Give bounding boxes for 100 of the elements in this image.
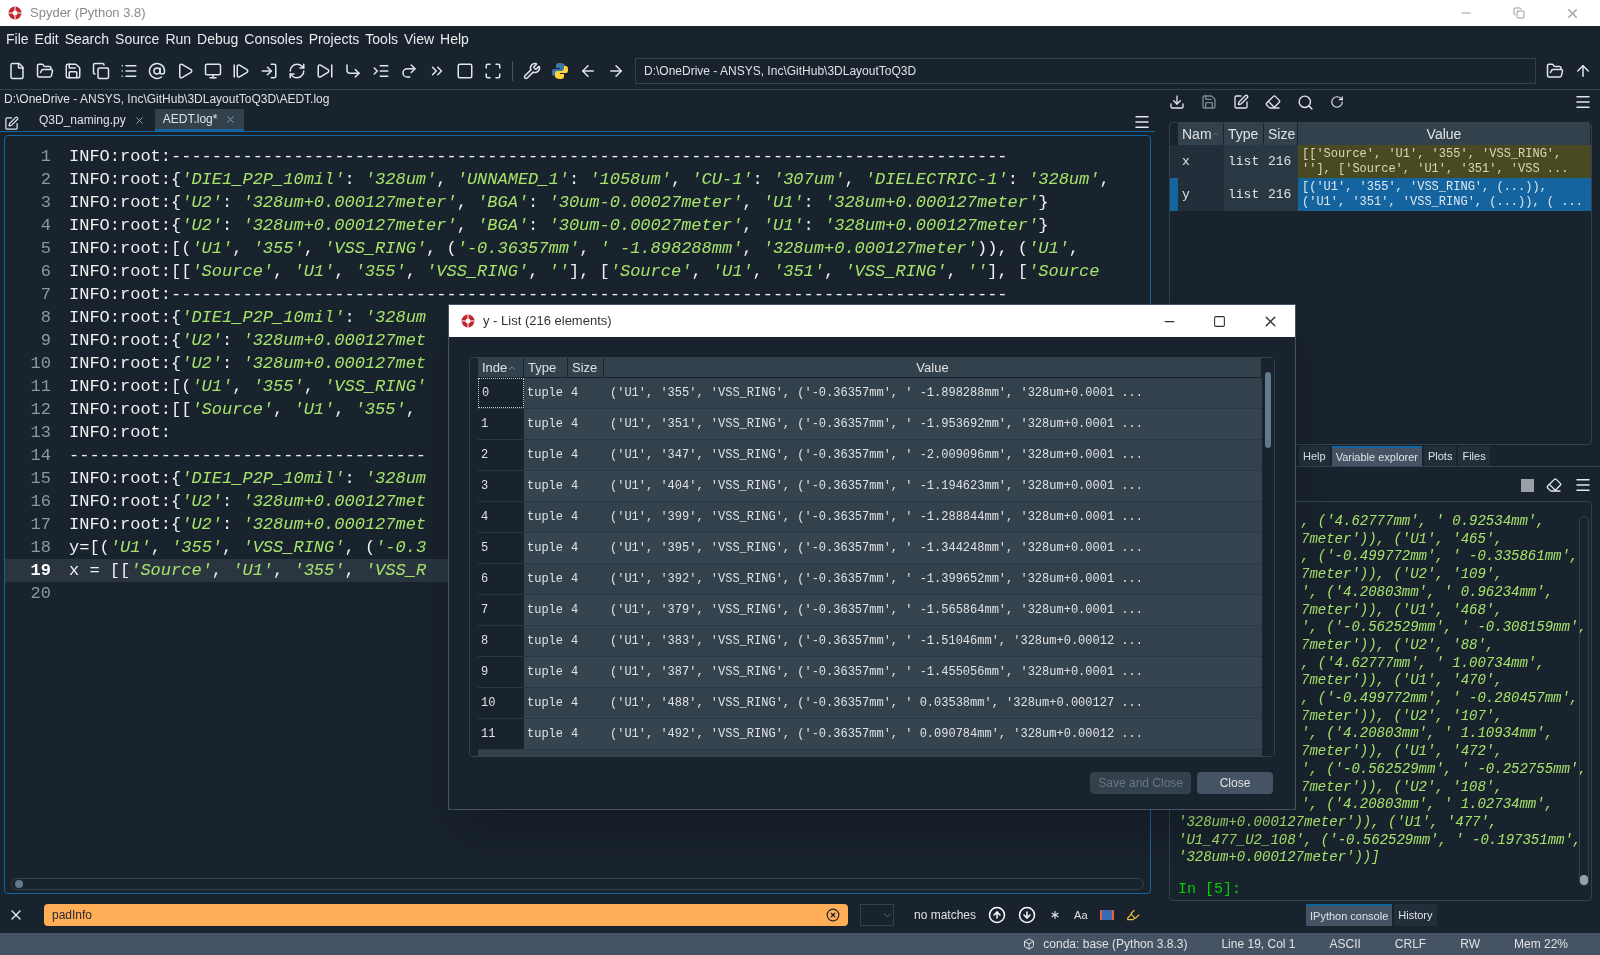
table-cell[interactable]: x: [1178, 145, 1224, 178]
browse-folder-icon[interactable]: [1546, 61, 1564, 80]
table-cell[interactable]: ('U1', '347', 'VSS_RING', ('-0.36357mm', ' -2.009096mm', '328um+0.0001 ...: [604, 440, 1262, 470]
redo-icon[interactable]: [400, 61, 418, 80]
table-cell[interactable]: 3: [478, 471, 524, 501]
table-cell[interactable]: 216: [1264, 178, 1298, 211]
table-cell[interactable]: 0: [478, 378, 524, 408]
pane-tab[interactable]: History: [1394, 904, 1437, 926]
highlighter-icon[interactable]: [1125, 908, 1140, 922]
clear-search-icon[interactable]: [826, 908, 840, 922]
table-cell[interactable]: tuple: [524, 626, 568, 656]
table-cell[interactable]: 4: [568, 719, 604, 749]
maximize-icon[interactable]: [1213, 314, 1226, 328]
table-cell[interactable]: ('U1', '488', 'VSS_RING', ('-0.36357mm', ' 0.03538mm', '328um+0.000127 ...: [604, 688, 1262, 718]
table-cell[interactable]: 4: [568, 409, 604, 439]
editor-tab[interactable]: AEDT.log*: [154, 109, 245, 131]
table-cell[interactable]: tuple: [524, 657, 568, 687]
menu-item[interactable]: Debug: [194, 28, 242, 50]
pane-tab[interactable]: IPython console: [1306, 904, 1393, 926]
column-header[interactable]: Type: [524, 358, 568, 377]
menu-item[interactable]: Search: [61, 28, 113, 50]
maximize-icon[interactable]: [484, 61, 502, 80]
new-file-icon[interactable]: [8, 61, 26, 80]
run-icon[interactable]: [176, 61, 194, 80]
menu-item[interactable]: Source: [112, 28, 163, 50]
menu-item[interactable]: Run: [162, 28, 195, 50]
table-cell[interactable]: ('U1', '404', 'VSS_RING', ('-0.36357mm', ' -1.194623mm', '328um+0.0001 ...: [604, 471, 1262, 501]
table-cell[interactable]: y: [1178, 178, 1224, 211]
save-data-icon[interactable]: [1201, 94, 1217, 110]
save-icon[interactable]: [64, 61, 82, 80]
dialog-button[interactable]: Close: [1197, 772, 1273, 794]
pane-tab[interactable]: Files: [1458, 446, 1490, 466]
refresh-icon[interactable]: [1330, 95, 1344, 109]
step-forward-icon[interactable]: [232, 61, 250, 80]
table-cell[interactable]: tuple: [524, 378, 568, 408]
table-cell[interactable]: ('U1', '392', 'VSS_RING', ('-0.36357mm', ' -1.399652mm', '328um+0.0001 ...: [604, 564, 1262, 594]
menu-item[interactable]: Projects: [305, 28, 363, 50]
table-cell[interactable]: 2: [478, 440, 524, 470]
table-cell[interactable]: ('U1', '492', 'VSS_RING', ('-0.36357mm', ' 0.090784mm', '328um+0.00012 ...: [604, 719, 1262, 749]
table-cell[interactable]: 8: [478, 626, 524, 656]
table-cell[interactable]: 6: [478, 564, 524, 594]
table-cell[interactable]: 4: [568, 657, 604, 687]
next-match-icon[interactable]: [1018, 906, 1037, 924]
eraser-icon[interactable]: [1546, 477, 1562, 493]
enter-arrow-icon[interactable]: [260, 61, 278, 80]
menu-item[interactable]: Edit: [31, 28, 62, 50]
at-sign-icon[interactable]: [148, 61, 166, 80]
table-cell[interactable]: 7: [478, 595, 524, 625]
menu-item[interactable]: Help: [437, 28, 472, 50]
close-tab-icon[interactable]: [133, 114, 145, 126]
table-cell[interactable]: 4: [568, 564, 604, 594]
horizontal-scrollbar[interactable]: [11, 878, 1144, 890]
menu-item[interactable]: File: [3, 28, 32, 50]
table-cell[interactable]: tuple: [524, 533, 568, 563]
table-cell[interactable]: [['Source', 'U1', '355', 'VSS_RING', ''], ['Source', 'U1', '351', 'VSS ...: [1298, 145, 1591, 178]
column-header[interactable]: Inde: [478, 358, 524, 377]
table-cell[interactable]: 4: [568, 626, 604, 656]
table-cell[interactable]: 9: [478, 657, 524, 687]
corner-arrow-icon[interactable]: [344, 61, 362, 80]
stop-square-icon[interactable]: [1521, 478, 1534, 492]
table-cell[interactable]: tuple: [524, 440, 568, 470]
table-cell[interactable]: tuple: [524, 564, 568, 594]
table-cell[interactable]: tuple: [524, 719, 568, 749]
previous-match-icon[interactable]: [988, 906, 1007, 924]
table-cell[interactable]: list: [1224, 178, 1264, 211]
whole-word-icon[interactable]: [1099, 910, 1114, 920]
pane-tab[interactable]: Help: [1299, 446, 1330, 466]
table-cell[interactable]: 10: [478, 688, 524, 718]
working-directory-field[interactable]: D:\OneDrive - ANSYS, Inc\GitHub\3DLayoutToQ3D: [635, 57, 1536, 84]
table-cell[interactable]: 4: [568, 595, 604, 625]
stop-icon[interactable]: [456, 61, 474, 80]
pane-tab[interactable]: Variable explorer: [1331, 446, 1422, 466]
table-cell[interactable]: 11: [478, 719, 524, 749]
table-cell[interactable]: 4: [568, 502, 604, 532]
table-cell[interactable]: ('U1', '379', 'VSS_RING', ('-0.36357mm', ' -1.565864mm', '328um+0.0001 ...: [604, 595, 1262, 625]
case-sensitive-button[interactable]: Aa: [1074, 906, 1088, 924]
search-field[interactable]: padInfo: [44, 904, 848, 926]
options-menu-icon[interactable]: [1574, 476, 1592, 494]
table-cell[interactable]: 4: [568, 440, 604, 470]
table-cell[interactable]: ('U1', '383', 'VSS_RING', ('-0.36357mm', ' -1.51046mm', '328um+0.00012 ...: [604, 626, 1262, 656]
options-menu-icon[interactable]: [1133, 113, 1151, 131]
menu-item[interactable]: Consoles: [241, 28, 306, 50]
table-cell[interactable]: tuple: [524, 595, 568, 625]
import-data-icon[interactable]: [1169, 94, 1185, 110]
table-cell[interactable]: tuple: [524, 688, 568, 718]
vertical-scrollbar[interactable]: [1262, 358, 1274, 756]
table-cell[interactable]: 216: [1264, 145, 1298, 178]
open-folder-icon[interactable]: [36, 61, 54, 80]
pane-tab[interactable]: Plots: [1423, 446, 1457, 466]
refresh-icon[interactable]: [288, 61, 306, 80]
table-cell[interactable]: 4: [568, 471, 604, 501]
table-cell[interactable]: ('U1', '395', 'VSS_RING', ('-0.36357mm', ' -1.344248mm', '328um+0.0001 ...: [604, 533, 1262, 563]
table-cell[interactable]: 1: [478, 409, 524, 439]
table-cell[interactable]: tuple: [524, 409, 568, 439]
table-cell[interactable]: ('U1', '387', 'VSS_RING', ('-0.36357mm', ' -1.455056mm', '328um+0.0001 ...: [604, 657, 1262, 687]
table-cell[interactable]: tuple: [524, 502, 568, 532]
eraser-icon[interactable]: [1265, 94, 1281, 110]
table-cell[interactable]: ('U1', '351', 'VSS_RING', ('-0.36357mm', ' -1.953692mm', '328um+0.0001 ...: [604, 409, 1262, 439]
table-cell[interactable]: 4: [568, 533, 604, 563]
python-logo-icon[interactable]: [551, 61, 569, 80]
